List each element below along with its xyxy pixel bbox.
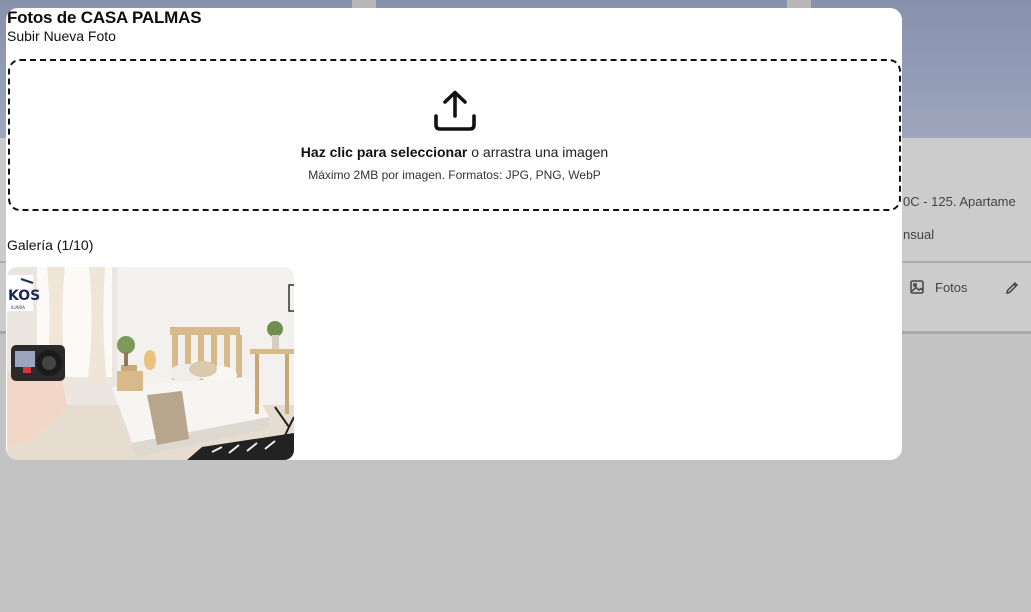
gallery-title: Galería (1/10)	[7, 237, 93, 253]
photo-dropzone[interactable]: Haz clic para seleccionar o arrastra una…	[8, 59, 901, 211]
modal-title: Fotos de CASA PALMAS	[7, 8, 202, 27]
dropzone-drag-text: o arrastra una imagen	[471, 144, 609, 160]
photos-modal: Fotos de CASA PALMAS Subir Nueva Foto Ha…	[6, 8, 902, 460]
gallery-photo-image: KOS ILIARIA	[7, 267, 294, 460]
watermark-logo-subtext: ILIARIA	[11, 305, 25, 310]
upload-section-title: Subir Nueva Foto	[7, 28, 116, 44]
gallery-label: Galería	[7, 237, 53, 253]
watermark-logo-text: KOS	[8, 288, 40, 304]
gallery-count: (1/10)	[56, 237, 94, 253]
dropzone-hint: Máximo 2MB por imagen. Formatos: JPG, PN…	[308, 168, 601, 182]
dropzone-action-text: Haz clic para seleccionar	[300, 144, 468, 160]
gallery-photo[interactable]: KOS ILIARIA	[7, 267, 294, 460]
upload-icon	[433, 90, 476, 131]
dropzone-instruction: Haz clic para seleccionar o arrastra una…	[301, 144, 608, 160]
